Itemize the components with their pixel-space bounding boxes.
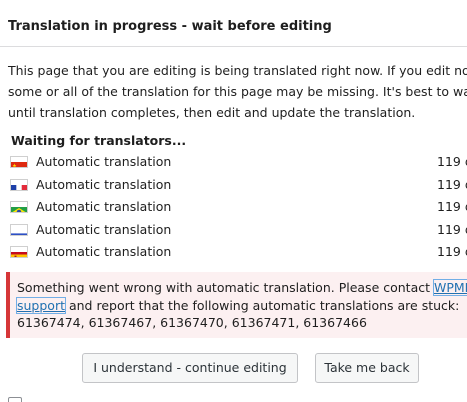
language-row-portuguese-brazil: Automatic translation 119 d bbox=[0, 197, 467, 220]
intro-line: until translation completes, then edit a… bbox=[8, 105, 416, 120]
language-count: 119 d bbox=[437, 176, 467, 192]
dialog-title: Translation in progress - wait before ed… bbox=[8, 19, 332, 34]
error-text-before-link: Something went wrong with automatic tran… bbox=[17, 280, 434, 295]
language-count: 119 d bbox=[437, 221, 467, 237]
language-count: 119 d bbox=[437, 244, 467, 259]
china-flag-icon bbox=[10, 156, 28, 168]
stuck-translation-ids: 61367474, 61367467, 61367470, 61367471, … bbox=[17, 315, 367, 330]
language-label: Automatic translation bbox=[36, 154, 172, 169]
language-count: 119 d bbox=[437, 199, 467, 214]
france-flag-icon bbox=[10, 178, 28, 191]
language-row-french: Automatic translation 119 d bbox=[0, 175, 467, 198]
language-row-russian: Automatic translation 119 d bbox=[0, 220, 467, 243]
language-label: Automatic translation bbox=[36, 199, 172, 214]
language-list: Automatic translation 119 d Automatic tr… bbox=[0, 152, 467, 265]
dont-show-again-checkbox[interactable] bbox=[8, 397, 22, 402]
russia-flag-icon bbox=[10, 223, 28, 236]
title-divider bbox=[0, 46, 467, 47]
error-message: Something went wrong with automatic tran… bbox=[16, 279, 467, 332]
continue-editing-button[interactable]: I understand - continue editing bbox=[82, 353, 298, 383]
language-label: Automatic translation bbox=[36, 221, 172, 237]
intro-line: some or all of the translation for this … bbox=[8, 84, 467, 99]
brazil-flag-icon bbox=[10, 201, 28, 213]
error-notice: Something went wrong with automatic tran… bbox=[6, 272, 467, 338]
error-text-after-link: and report that the following automatic … bbox=[65, 297, 460, 313]
waiting-heading: Waiting for translators... bbox=[11, 133, 187, 148]
language-label: Automatic translation bbox=[36, 244, 172, 259]
language-row-chinese: Automatic translation 119 d bbox=[0, 152, 467, 175]
language-row-spanish: Automatic translation 119 d bbox=[0, 242, 467, 265]
take-me-back-button[interactable]: Take me back bbox=[315, 353, 419, 383]
language-count: 119 d bbox=[437, 154, 467, 169]
link-text-line1: WPML bbox=[433, 280, 467, 295]
link-text-line2: support bbox=[17, 297, 65, 313]
intro-text: This page that you are editing is being … bbox=[8, 60, 467, 123]
spain-flag-icon bbox=[10, 246, 28, 258]
intro-line: This page that you are editing is being … bbox=[8, 63, 467, 78]
language-label: Automatic translation bbox=[36, 176, 172, 192]
